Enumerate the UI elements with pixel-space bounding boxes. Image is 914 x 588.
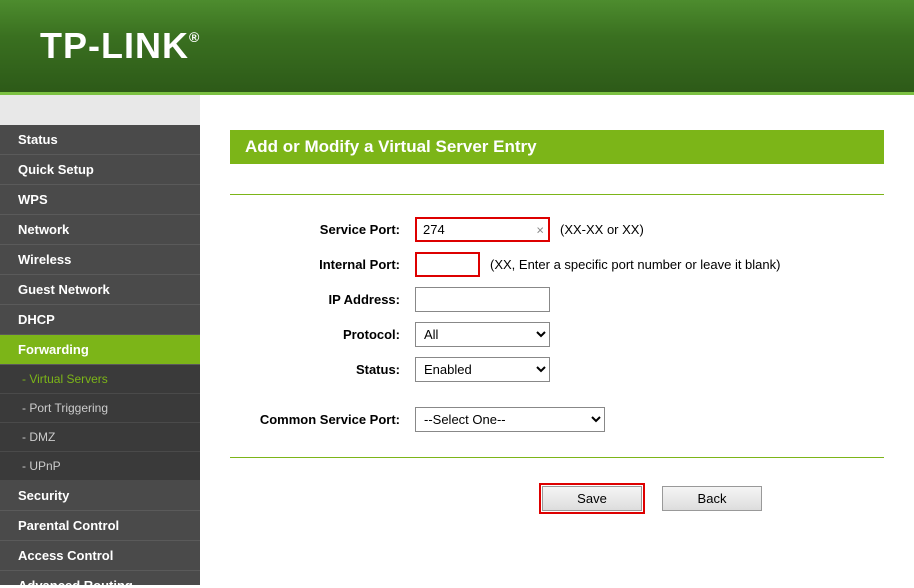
nav-advanced-routing[interactable]: Advanced Routing	[0, 571, 200, 585]
nav-network[interactable]: Network	[0, 215, 200, 245]
service-port-label: Service Port:	[230, 222, 415, 237]
nav-virtual-servers[interactable]: - Virtual Servers	[0, 365, 200, 394]
service-port-hint: (XX-XX or XX)	[560, 222, 644, 237]
protocol-label: Protocol:	[230, 327, 415, 342]
common-service-port-select[interactable]: --Select One--	[415, 407, 605, 432]
ip-address-input[interactable]	[415, 287, 550, 312]
clear-input-icon[interactable]: ×	[536, 222, 544, 237]
brand-logo: TP-LINK®	[40, 25, 200, 67]
save-button[interactable]: Save	[542, 486, 642, 511]
internal-port-input[interactable]	[415, 252, 480, 277]
nav-access-control[interactable]: Access Control	[0, 541, 200, 571]
status-label: Status:	[230, 362, 415, 377]
protocol-select[interactable]: All	[415, 322, 550, 347]
nav-wps[interactable]: WPS	[0, 185, 200, 215]
status-select[interactable]: Enabled	[415, 357, 550, 382]
nav-dhcp[interactable]: DHCP	[0, 305, 200, 335]
content-area: Add or Modify a Virtual Server Entry Ser…	[200, 95, 914, 585]
nav-guest-network[interactable]: Guest Network	[0, 275, 200, 305]
ip-address-label: IP Address:	[230, 292, 415, 307]
nav-parental-control[interactable]: Parental Control	[0, 511, 200, 541]
back-button[interactable]: Back	[662, 486, 762, 511]
nav-quick-setup[interactable]: Quick Setup	[0, 155, 200, 185]
nav-port-triggering[interactable]: - Port Triggering	[0, 394, 200, 423]
nav-upnp[interactable]: - UPnP	[0, 452, 200, 481]
nav-wireless[interactable]: Wireless	[0, 245, 200, 275]
nav-security[interactable]: Security	[0, 481, 200, 511]
sidebar: Status Quick Setup WPS Network Wireless …	[0, 95, 200, 585]
internal-port-label: Internal Port:	[230, 257, 415, 272]
service-port-input[interactable]	[415, 217, 550, 242]
common-service-port-label: Common Service Port:	[230, 412, 415, 427]
page-title: Add or Modify a Virtual Server Entry	[230, 130, 884, 164]
header: TP-LINK®	[0, 0, 914, 95]
internal-port-hint: (XX, Enter a specific port number or lea…	[490, 257, 780, 272]
nav-dmz[interactable]: - DMZ	[0, 423, 200, 452]
nav-status[interactable]: Status	[0, 125, 200, 155]
nav-forwarding[interactable]: Forwarding	[0, 335, 200, 365]
